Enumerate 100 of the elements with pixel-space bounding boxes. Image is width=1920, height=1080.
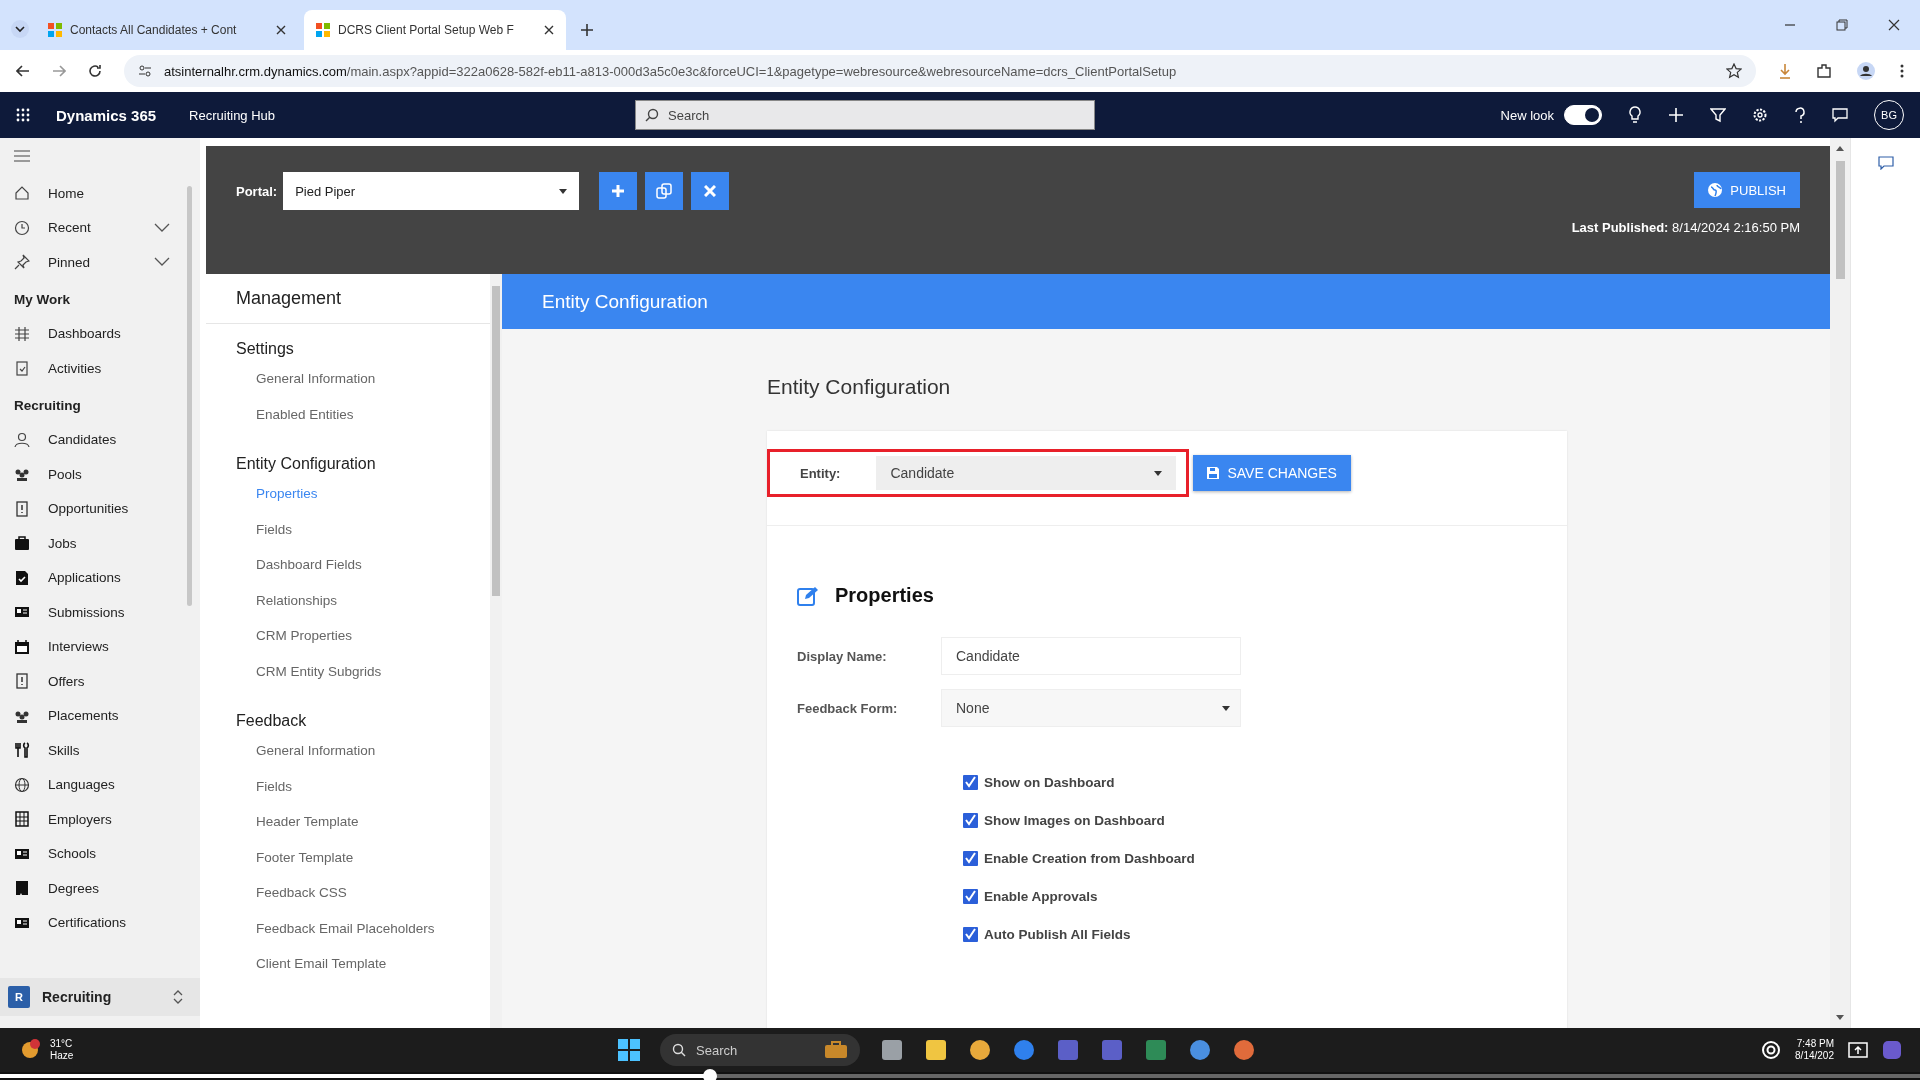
- nav-item[interactable]: Activities: [0, 351, 200, 386]
- nav-item[interactable]: Pinned: [0, 245, 200, 280]
- copy-button[interactable]: [645, 172, 684, 210]
- menu-link[interactable]: General Information: [236, 370, 490, 406]
- menu-link[interactable]: Enabled Entities: [236, 405, 490, 441]
- search-icon: [645, 108, 660, 122]
- publish-button[interactable]: PUBLISH: [1694, 172, 1800, 208]
- checked-checkbox[interactable]: [963, 813, 978, 828]
- grid-logo-icon: [48, 23, 62, 37]
- nav-item[interactable]: Languages: [0, 767, 200, 802]
- nav-item[interactable]: Jobs: [0, 526, 200, 561]
- app-name[interactable]: Dynamics 365: [56, 106, 157, 124]
- settings-icon[interactable]: [1752, 107, 1768, 123]
- more-icon[interactable]: [1900, 64, 1904, 78]
- nav-item[interactable]: Placements: [0, 698, 200, 733]
- menu-link[interactable]: Properties: [236, 485, 490, 521]
- nav-item[interactable]: Recent: [0, 210, 200, 245]
- tab-list-icon[interactable]: [10, 19, 30, 39]
- menu-link[interactable]: CRM Properties: [236, 627, 490, 663]
- nav-item[interactable]: Employers: [0, 802, 200, 837]
- nav-item[interactable]: Opportunities: [0, 491, 200, 526]
- close-icon[interactable]: [544, 25, 554, 35]
- close-icon[interactable]: [1888, 19, 1900, 31]
- nav-item[interactable]: Schools: [0, 836, 200, 871]
- text-field[interactable]: Candidate: [941, 637, 1241, 675]
- start-icon[interactable]: [618, 1039, 640, 1061]
- menu-link[interactable]: Fields: [236, 520, 490, 556]
- chevron-down-icon[interactable]: [154, 222, 170, 233]
- nav-item[interactable]: Home: [0, 176, 200, 211]
- nav-item[interactable]: Degrees: [0, 871, 200, 906]
- star-icon[interactable]: [1726, 63, 1742, 79]
- lightbulb-icon[interactable]: [1628, 106, 1642, 124]
- screen-share-icon[interactable]: [1848, 1042, 1868, 1058]
- menu-link[interactable]: Relationships: [236, 591, 490, 627]
- plus-icon[interactable]: [1668, 107, 1684, 123]
- browser-tab[interactable]: DCRS Client Portal Setup Web F: [304, 10, 566, 50]
- nav-item[interactable]: Submissions: [0, 595, 200, 630]
- checkbox-label: Auto Publish All Fields: [984, 927, 1131, 942]
- menu-link[interactable]: Feedback Email Placeholders: [236, 919, 490, 955]
- scroll-up-icon[interactable]: [1836, 146, 1844, 151]
- video-progress-bar[interactable]: [0, 1074, 1920, 1078]
- nav-item[interactable]: Interviews: [0, 629, 200, 664]
- nav-item[interactable]: Skills: [0, 733, 200, 768]
- profile-icon[interactable]: [1856, 61, 1876, 81]
- download-icon[interactable]: [1778, 63, 1792, 79]
- nav-item[interactable]: Dashboards: [0, 316, 200, 351]
- menu-link[interactable]: CRM Entity Subgrids: [236, 662, 490, 698]
- scrollbar-thumb[interactable]: [187, 186, 192, 606]
- weather-text: Haze: [50, 1050, 74, 1062]
- save-changes-button[interactable]: SAVE CHANGES: [1193, 455, 1351, 491]
- app-area-name[interactable]: Recruiting Hub: [189, 107, 276, 123]
- browser-tab[interactable]: Contacts All Candidates + Cont: [36, 10, 298, 50]
- checked-checkbox[interactable]: [963, 889, 978, 904]
- site-settings-icon[interactable]: [138, 64, 152, 78]
- grid-logo-icon: [316, 23, 330, 37]
- nav-item[interactable]: Offers: [0, 664, 200, 699]
- taskbar-search[interactable]: Search: [660, 1034, 860, 1066]
- forward-arrow-icon[interactable]: [52, 64, 66, 78]
- menu-link[interactable]: General Information: [236, 742, 490, 778]
- filter-icon[interactable]: [1710, 107, 1726, 123]
- dropdown[interactable]: None: [941, 689, 1241, 727]
- address-bar[interactable]: atsinternalhr.crm.dynamics.com/main.aspx?appid=322a0628-582f-eb11-a813-000d3a5c0e3c&forceUCI=1&pagetype=webresource&webresourceName=dcrs_ClientPortalSetup: [124, 55, 1756, 87]
- nav-item[interactable]: Pools: [0, 457, 200, 492]
- progress-handle[interactable]: [703, 1069, 718, 1080]
- entity-dropdown[interactable]: Candidate: [876, 456, 1177, 490]
- globe-icon: [1708, 183, 1723, 197]
- delete-button[interactable]: [691, 172, 730, 210]
- new-tab-icon[interactable]: [580, 23, 594, 37]
- chevron-down-icon[interactable]: [154, 257, 170, 268]
- menu-link[interactable]: Feedback CSS: [236, 884, 490, 920]
- reload-icon[interactable]: [88, 64, 102, 78]
- tab-title: DCRS Client Portal Setup Web F: [338, 23, 515, 37]
- menu-link[interactable]: Fields: [236, 777, 490, 813]
- portal-dropdown[interactable]: Pied Piper: [283, 172, 580, 210]
- toggle-switch[interactable]: [1564, 105, 1602, 125]
- back-arrow-icon[interactable]: [16, 64, 30, 78]
- area-switcher[interactable]: R Recruiting: [0, 978, 200, 1016]
- add-button[interactable]: [599, 172, 638, 210]
- section-title: Properties: [835, 584, 934, 607]
- menu-link[interactable]: Client Email Template: [236, 955, 490, 991]
- checked-checkbox[interactable]: [963, 927, 978, 942]
- nav-item[interactable]: Certifications: [0, 905, 200, 940]
- checked-checkbox[interactable]: [963, 775, 978, 790]
- search-field[interactable]: Search: [635, 100, 1096, 130]
- menu-link[interactable]: Footer Template: [236, 848, 490, 884]
- help-icon[interactable]: [1794, 107, 1806, 123]
- nav-item[interactable]: Applications: [0, 560, 200, 595]
- scrollbar-thumb[interactable]: [1835, 161, 1845, 279]
- scroll-down-icon[interactable]: [1836, 1015, 1844, 1020]
- puzzle-icon[interactable]: [1816, 63, 1832, 79]
- close-icon[interactable]: [276, 25, 286, 35]
- nav-item[interactable]: Candidates: [0, 422, 200, 457]
- checked-checkbox[interactable]: [963, 851, 978, 866]
- app-launcher-icon[interactable]: [16, 108, 30, 122]
- globe-icon: [14, 776, 30, 793]
- field-label: Portal:: [236, 184, 278, 199]
- menu-link[interactable]: Header Template: [236, 813, 490, 849]
- scrollbar-thumb[interactable]: [492, 286, 500, 596]
- restore-icon[interactable]: [1836, 19, 1848, 31]
- menu-link[interactable]: Dashboard Fields: [236, 556, 490, 592]
